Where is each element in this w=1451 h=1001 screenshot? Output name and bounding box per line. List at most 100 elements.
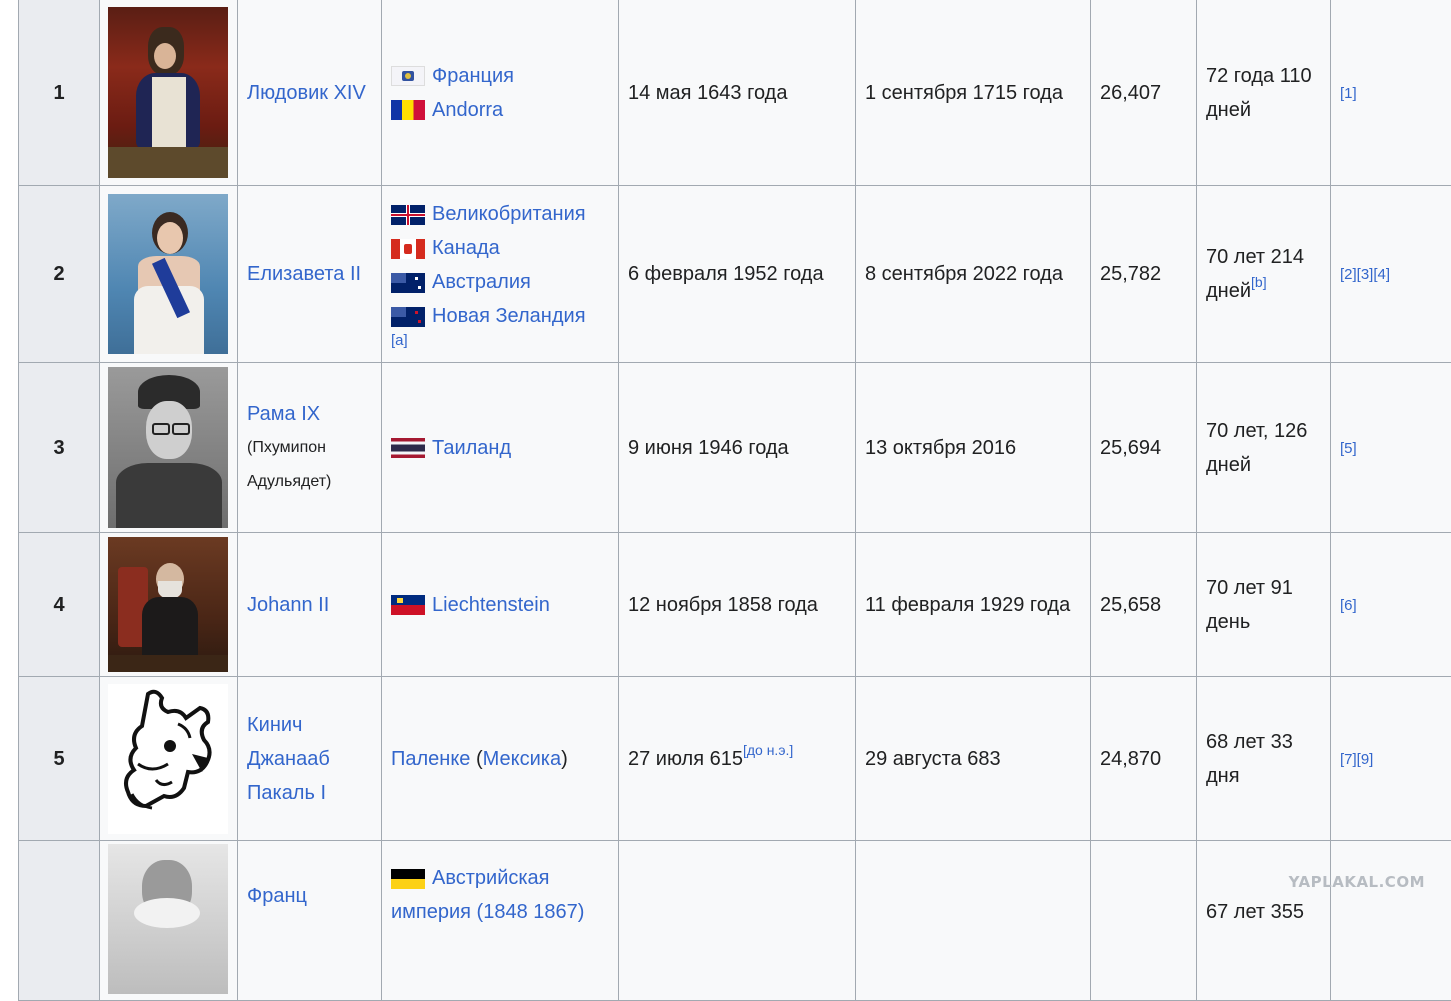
duration-cell: 68 лет 33дня: [1197, 677, 1331, 841]
monarch-name-link[interactable]: Johann II: [247, 594, 329, 616]
portrait-pakal-glyph-icon[interactable]: [108, 684, 228, 834]
reference-link[interactable]: [2][3][4]: [1340, 266, 1390, 283]
country-link[interactable]: Австрийская: [432, 867, 550, 889]
monarch-name-link[interactable]: Франц: [247, 885, 307, 907]
flag-austrian-empire-icon: [391, 869, 425, 889]
table-row: 4 Johann II Liechtenstein 12 ноября 1858…: [19, 533, 1451, 677]
flag-australia-icon: [391, 273, 425, 293]
days-cell: 25,658: [1091, 533, 1197, 677]
end-date-cell: 1 сентября 1715 года: [856, 0, 1091, 186]
reference-link[interactable]: [5]: [1340, 440, 1357, 457]
portrait-cell: [100, 677, 238, 841]
watermark: YAPLAKAL.COM: [1289, 873, 1425, 891]
portrait-cell: [100, 0, 238, 186]
monarch-alt-name: (Пхумипон: [247, 431, 372, 465]
name-cell: Рама IX (Пхумипон Адульядет): [238, 363, 382, 533]
monarch-name-link[interactable]: Пакаль I: [247, 782, 326, 804]
name-cell: Людовик XIV: [238, 0, 382, 186]
end-date-cell: 29 августа 683: [856, 677, 1091, 841]
portrait-cell: [100, 841, 238, 1001]
monarch-name-link[interactable]: Елизавета II: [247, 263, 361, 285]
rank-cell: 1: [19, 0, 100, 186]
name-cell: Франц: [238, 841, 382, 1001]
country-cell: Великобритания Канада Австралия: [382, 186, 619, 363]
duration-line: 70 лет 214: [1206, 240, 1321, 274]
country-link[interactable]: Liechtenstein: [432, 594, 550, 616]
duration-line: 72 года 110: [1206, 59, 1321, 93]
rank-cell: 2: [19, 186, 100, 363]
portrait-cell: [100, 533, 238, 677]
portrait-franz-joseph-icon[interactable]: [108, 844, 228, 994]
refs-cell: [1331, 841, 1451, 1001]
country-link[interactable]: Новая Зеландия: [432, 305, 586, 327]
refs-cell: [1]: [1331, 0, 1451, 186]
note-link[interactable]: [b]: [1251, 274, 1267, 290]
portrait-louis-xiv-icon[interactable]: [108, 7, 228, 178]
country-link[interactable]: империя (1848 1867): [391, 901, 584, 923]
table-row: 5 Кинич Джанааб Пакаль I Паленке (Мексик…: [19, 677, 1451, 841]
duration-line: 67 лет 355: [1206, 895, 1321, 929]
days-cell: 24,870: [1091, 677, 1197, 841]
country-link[interactable]: Таиланд: [432, 437, 511, 459]
portrait-johann-ii-icon[interactable]: [108, 537, 228, 672]
paren: ): [561, 748, 568, 770]
monarch-name-link[interactable]: Кинич: [247, 714, 302, 736]
rank-cell: [19, 841, 100, 1001]
rank-cell: 5: [19, 677, 100, 841]
days-cell: 25,782: [1091, 186, 1197, 363]
refs-cell: [2][3][4]: [1331, 186, 1451, 363]
duration-cell: 67 лет 355: [1197, 841, 1331, 1001]
portrait-cell: [100, 363, 238, 533]
country-link[interactable]: Франция: [432, 65, 514, 87]
reference-link[interactable]: [1]: [1340, 85, 1357, 102]
flag-thailand-icon: [391, 438, 425, 458]
country-link[interactable]: Канада: [432, 237, 500, 259]
name-cell: Кинич Джанааб Пакаль I: [238, 677, 382, 841]
start-date-cell: 6 февраля 1952 года: [619, 186, 856, 363]
duration-line: 70 лет, 126: [1206, 414, 1321, 448]
refs-cell: [7][9]: [1331, 677, 1451, 841]
rank-cell: 3: [19, 363, 100, 533]
reference-link[interactable]: [7][9]: [1340, 751, 1373, 768]
duration-line: дней: [1206, 93, 1321, 127]
start-date-cell: [619, 841, 856, 1001]
days-cell: [1091, 841, 1197, 1001]
table-row: 1 Людовик XIV Франция Andorra 14 мая 1: [19, 0, 1451, 186]
note-link[interactable]: [до н.э.]: [743, 742, 793, 758]
start-date-cell: 27 июля 615[до н.э.]: [619, 677, 856, 841]
monarch-name-link[interactable]: Джанааб: [247, 748, 330, 770]
country-link[interactable]: Австралия: [432, 271, 531, 293]
rank-cell: 4: [19, 533, 100, 677]
days-cell: 25,694: [1091, 363, 1197, 533]
flag-france-icon: [391, 66, 425, 86]
portrait-cell: [100, 186, 238, 363]
name-cell: Елизавета II: [238, 186, 382, 363]
duration-line: 70 лет 91: [1206, 571, 1321, 605]
country-cell: Таиланд: [382, 363, 619, 533]
portrait-rama-ix-icon[interactable]: [108, 367, 228, 528]
table-row: 2 Елизавета II Великобритания: [19, 186, 1451, 363]
country-cell: Франция Andorra: [382, 0, 619, 186]
country-cell: Liechtenstein: [382, 533, 619, 677]
start-date-cell: 12 ноября 1858 года: [619, 533, 856, 677]
table-row: Франц Австрийская империя (1848 1867) 67…: [19, 841, 1451, 1001]
monarch-name-link[interactable]: Рама IX: [247, 403, 320, 425]
monarch-alt-name: Адульядет): [247, 465, 372, 499]
monarch-name-link[interactable]: Людовик XIV: [247, 82, 366, 104]
flag-andorra-icon: [391, 100, 425, 120]
note-link[interactable]: [a]: [391, 332, 408, 349]
place-link[interactable]: Паленке: [391, 748, 470, 770]
country-link[interactable]: Великобритания: [432, 203, 586, 225]
start-date: 27 июля 615: [628, 748, 743, 770]
reference-link[interactable]: [6]: [1340, 597, 1357, 614]
duration-line: 68 лет 33: [1206, 725, 1321, 759]
duration-cell: 70 лет, 126дней: [1197, 363, 1331, 533]
paren: (: [470, 748, 482, 770]
start-date-cell: 9 июня 1946 года: [619, 363, 856, 533]
portrait-elizabeth-ii-icon[interactable]: [108, 194, 228, 354]
country-link[interactable]: Мексика: [483, 748, 561, 770]
refs-cell: [5]: [1331, 363, 1451, 533]
country-link[interactable]: Andorra: [432, 99, 503, 121]
country-cell: Паленке (Мексика): [382, 677, 619, 841]
duration-cell: 70 лет 91день: [1197, 533, 1331, 677]
